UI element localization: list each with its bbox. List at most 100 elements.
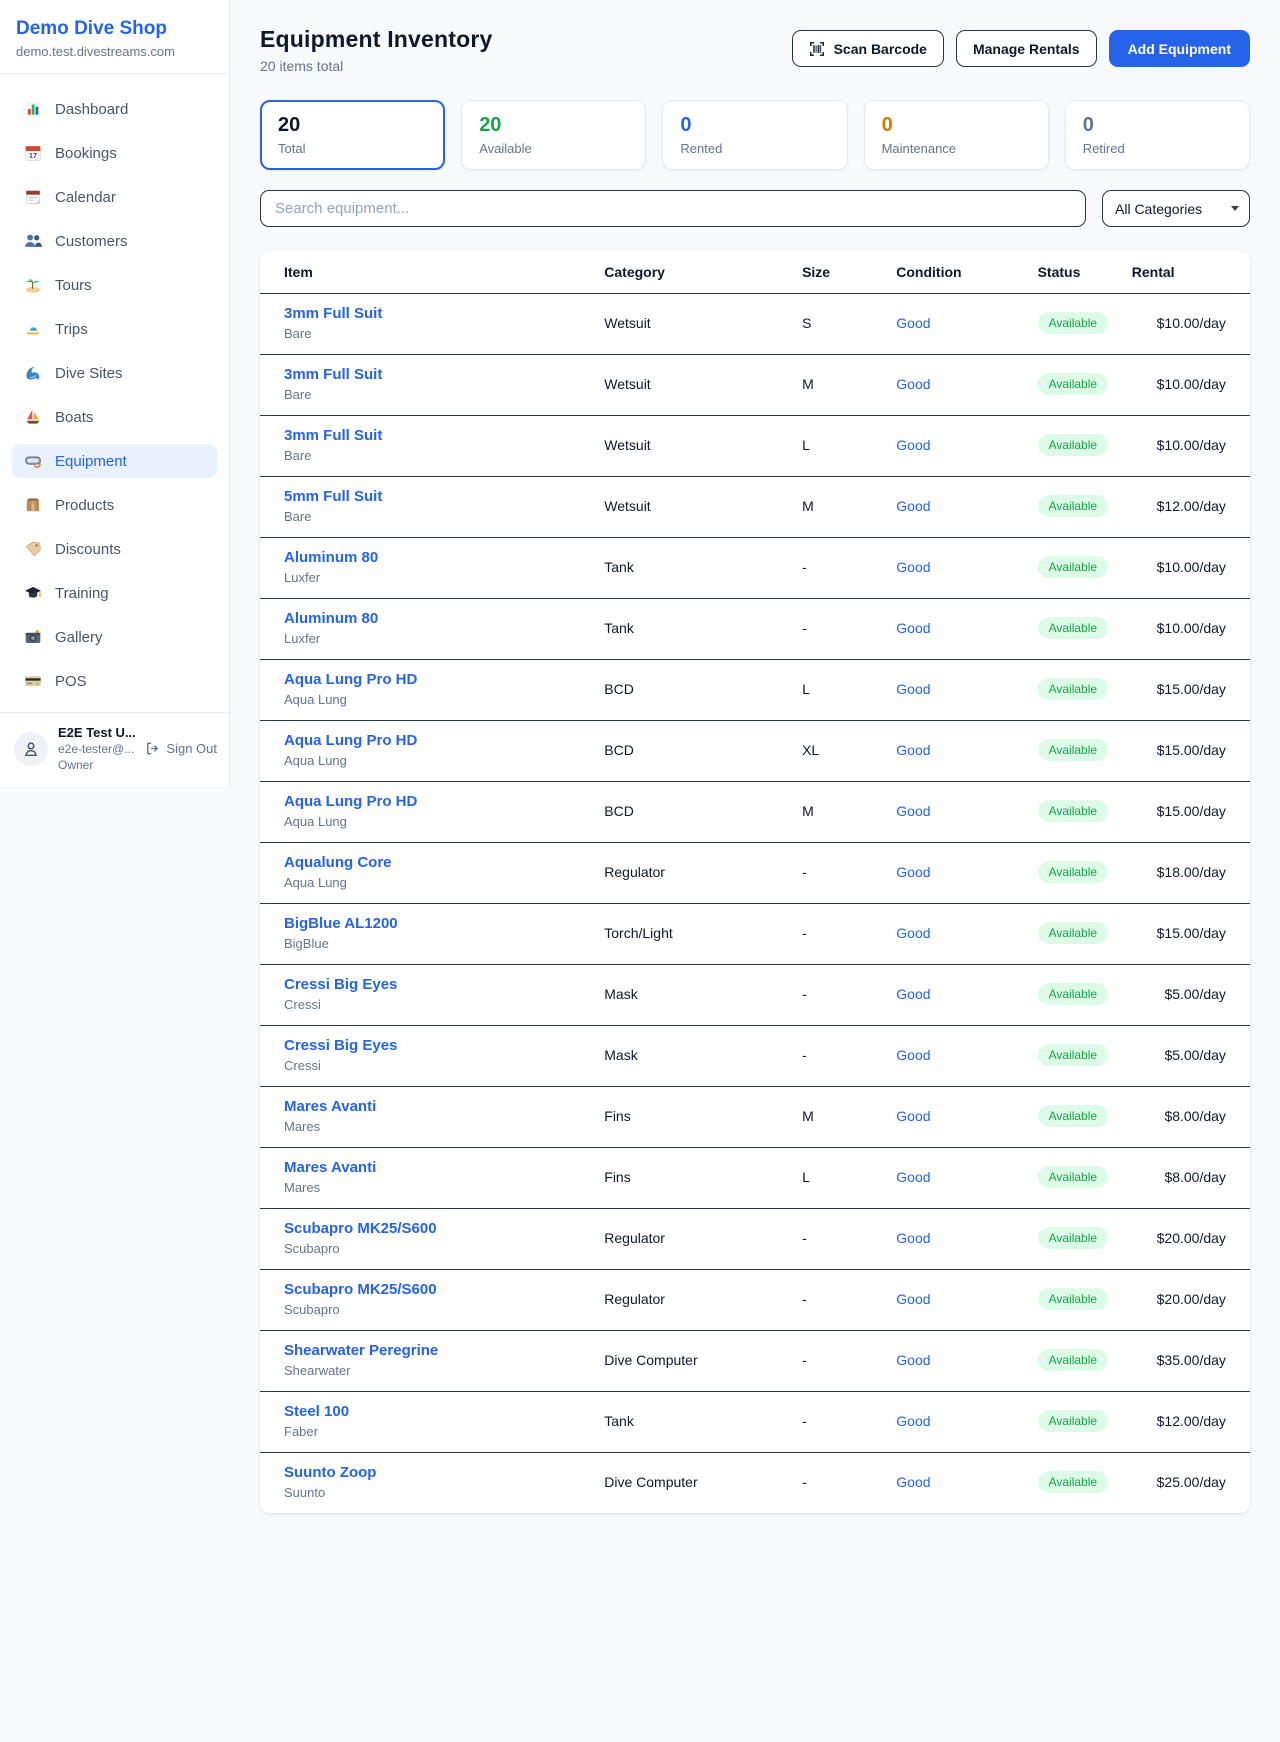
condition-link[interactable]: Good bbox=[896, 620, 930, 636]
item-name-link[interactable]: 3mm Full Suit bbox=[284, 305, 382, 322]
status-badge: Available bbox=[1038, 739, 1108, 761]
size-cell: L bbox=[802, 1169, 896, 1185]
condition-link[interactable]: Good bbox=[896, 1169, 930, 1185]
status-cell: Available bbox=[1038, 1471, 1132, 1493]
item-name-link[interactable]: Mares Avanti bbox=[284, 1098, 376, 1115]
item-brand: Aqua Lung bbox=[284, 753, 604, 768]
credit-card-icon bbox=[24, 672, 42, 690]
sailboat-icon bbox=[24, 408, 42, 426]
table-row: Suunto Zoop Suunto Dive Computer - Good … bbox=[260, 1452, 1250, 1513]
rental-cell: $12.00/day bbox=[1132, 1413, 1226, 1429]
item-name-link[interactable]: Shearwater Peregrine bbox=[284, 1342, 438, 1359]
bar-chart-icon bbox=[24, 100, 42, 118]
category-select[interactable]: All Categories bbox=[1102, 190, 1250, 227]
condition-link[interactable]: Good bbox=[896, 864, 930, 880]
item-brand: Aqua Lung bbox=[284, 875, 604, 890]
condition-link[interactable]: Good bbox=[896, 437, 930, 453]
sidebar-item[interactable]: Tours bbox=[12, 268, 217, 302]
search-input[interactable] bbox=[260, 190, 1086, 227]
item-name-link[interactable]: Steel 100 bbox=[284, 1403, 349, 1420]
item-name-link[interactable]: Aluminum 80 bbox=[284, 549, 378, 566]
sidebar-item[interactable]: Calendar bbox=[12, 180, 217, 214]
condition-link[interactable]: Good bbox=[896, 559, 930, 575]
status-badge: Available bbox=[1038, 1288, 1108, 1310]
brand: Demo Dive Shop demo.test.divestreams.com bbox=[0, 0, 229, 74]
sidebar-item[interactable]: Equipment bbox=[12, 444, 217, 478]
table-column-header: Category bbox=[604, 264, 802, 280]
stat-card[interactable]: 20 Total bbox=[260, 100, 445, 170]
item-name-link[interactable]: Aqua Lung Pro HD bbox=[284, 671, 417, 688]
item-name-link[interactable]: 3mm Full Suit bbox=[284, 366, 382, 383]
condition-link[interactable]: Good bbox=[896, 986, 930, 1002]
page-subtitle: 20 items total bbox=[260, 58, 493, 74]
sidebar-item[interactable]: Gallery bbox=[12, 620, 217, 654]
table-row: Cressi Big Eyes Cressi Mask - Good Avail… bbox=[260, 1025, 1250, 1086]
stat-card[interactable]: 0 Retired bbox=[1065, 100, 1250, 170]
sidebar-item[interactable]: Trips bbox=[12, 312, 217, 346]
status-cell: Available bbox=[1038, 983, 1132, 1005]
item-name-link[interactable]: Scubapro MK25/S600 bbox=[284, 1220, 437, 1237]
scan-barcode-label: Scan Barcode bbox=[834, 41, 927, 57]
category-cell: Wetsuit bbox=[604, 437, 802, 453]
item-name-link[interactable]: Cressi Big Eyes bbox=[284, 1037, 397, 1054]
item-cell: Aluminum 80 Luxfer bbox=[284, 610, 604, 646]
condition-link[interactable]: Good bbox=[896, 1352, 930, 1368]
stat-card[interactable]: 0 Maintenance bbox=[864, 100, 1049, 170]
item-name-link[interactable]: 5mm Full Suit bbox=[284, 488, 382, 505]
sidebar-item[interactable]: Products bbox=[12, 488, 217, 522]
table-row: Scubapro MK25/S600 Scubapro Regulator - … bbox=[260, 1208, 1250, 1269]
condition-link[interactable]: Good bbox=[896, 1230, 930, 1246]
add-equipment-button[interactable]: Add Equipment bbox=[1109, 30, 1250, 67]
stat-label: Retired bbox=[1083, 141, 1232, 156]
sidebar-item[interactable]: Customers bbox=[12, 224, 217, 258]
sidebar-item[interactable]: Discounts bbox=[12, 532, 217, 566]
item-name-link[interactable]: Cressi Big Eyes bbox=[284, 976, 397, 993]
condition-link[interactable]: Good bbox=[896, 1047, 930, 1063]
item-name-link[interactable]: 3mm Full Suit bbox=[284, 427, 382, 444]
category-cell: Fins bbox=[604, 1108, 802, 1124]
sidebar-item[interactable]: Training bbox=[12, 576, 217, 610]
condition-link[interactable]: Good bbox=[896, 1108, 930, 1124]
condition-link[interactable]: Good bbox=[896, 803, 930, 819]
condition-link[interactable]: Good bbox=[896, 498, 930, 514]
sidebar-item[interactable]: POS bbox=[12, 664, 217, 698]
sidebar-item[interactable]: Boats bbox=[12, 400, 217, 434]
condition-link[interactable]: Good bbox=[896, 681, 930, 697]
condition-link[interactable]: Good bbox=[896, 376, 930, 392]
item-name-link[interactable]: BigBlue AL1200 bbox=[284, 915, 398, 932]
condition-link[interactable]: Good bbox=[896, 1474, 930, 1490]
svg-text:17: 17 bbox=[29, 151, 37, 160]
item-name-link[interactable]: Aqua Lung Pro HD bbox=[284, 732, 417, 749]
item-name-link[interactable]: Aluminum 80 bbox=[284, 610, 378, 627]
condition-link[interactable]: Good bbox=[896, 742, 930, 758]
stat-card[interactable]: 20 Available bbox=[461, 100, 646, 170]
status-badge: Available bbox=[1038, 1044, 1108, 1066]
user-email: e2e-tester@... bbox=[58, 742, 135, 756]
app-root: Demo Dive Shop demo.test.divestreams.com… bbox=[0, 0, 1280, 1573]
item-name-link[interactable]: Aqualung Core bbox=[284, 854, 392, 871]
item-name-link[interactable]: Scubapro MK25/S600 bbox=[284, 1281, 437, 1298]
add-equipment-label: Add Equipment bbox=[1128, 41, 1231, 57]
sidebar-item[interactable]: 17 Bookings bbox=[12, 136, 217, 170]
main-content: Equipment Inventory 20 items total Scan … bbox=[230, 0, 1280, 1573]
item-name-link[interactable]: Suunto Zoop bbox=[284, 1464, 376, 1481]
status-cell: Available bbox=[1038, 1410, 1132, 1432]
condition-link[interactable]: Good bbox=[896, 315, 930, 331]
sidebar-item[interactable]: Dashboard bbox=[12, 92, 217, 126]
item-name-link[interactable]: Mares Avanti bbox=[284, 1159, 376, 1176]
manage-rentals-button[interactable]: Manage Rentals bbox=[956, 30, 1097, 67]
item-name-link[interactable]: Aqua Lung Pro HD bbox=[284, 793, 417, 810]
sidebar-item-label: Boats bbox=[55, 409, 93, 426]
scan-barcode-button[interactable]: Scan Barcode bbox=[792, 30, 944, 67]
condition-link[interactable]: Good bbox=[896, 925, 930, 941]
status-cell: Available bbox=[1038, 1166, 1132, 1188]
sidebar-item[interactable]: Dive Sites bbox=[12, 356, 217, 390]
brand-name[interactable]: Demo Dive Shop bbox=[16, 18, 213, 40]
stat-card[interactable]: 0 Rented bbox=[662, 100, 847, 170]
sign-out-button[interactable]: Sign Out bbox=[145, 741, 217, 756]
condition-link[interactable]: Good bbox=[896, 1291, 930, 1307]
wave-icon bbox=[24, 364, 42, 382]
sidebar-item-label: Bookings bbox=[55, 145, 117, 162]
condition-link[interactable]: Good bbox=[896, 1413, 930, 1429]
table-row: Aqua Lung Pro HD Aqua Lung BCD L Good Av… bbox=[260, 659, 1250, 720]
